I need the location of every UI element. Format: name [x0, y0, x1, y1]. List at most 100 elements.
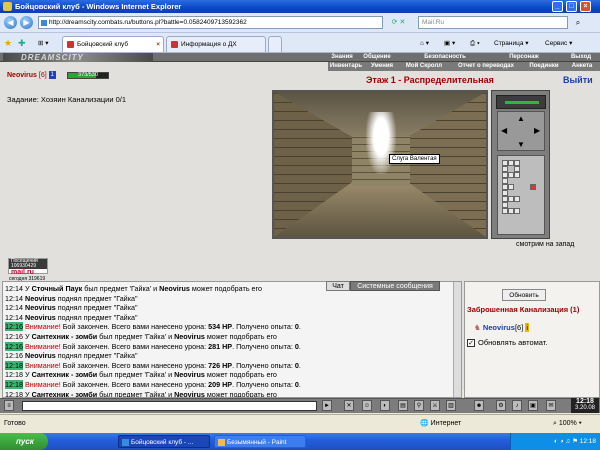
music-icon[interactable]: ♪ [512, 400, 522, 411]
chat-name[interactable]: Сточный Паук [32, 284, 83, 293]
taskbar-item-paint[interactable]: Безымянный - Paint [214, 435, 306, 448]
chat-scrollbar[interactable] [453, 282, 461, 397]
forward-arrow-icon[interactable]: ▶ [20, 16, 33, 29]
chat-options-icon[interactable]: ≡ [4, 400, 14, 411]
close-window-button[interactable]: × [580, 1, 591, 12]
move-controls[interactable]: ▲ ◀ ▶ ▼ [497, 111, 545, 151]
npc-ghost[interactable] [366, 112, 396, 174]
lock-icon[interactable]: ▣ [528, 400, 538, 411]
chat-log[interactable]: 12:14 У Сточный Паук был предмет 'Гайка'… [2, 281, 462, 398]
add-favorite-icon[interactable]: ✚ [18, 38, 26, 49]
visit-counter[interactable]: Посещений 106930429 mail.ru сегодня 3196… [8, 258, 48, 282]
address-input[interactable]: http://dreamscity.combats.ru/buttons.pl?… [38, 16, 383, 29]
zoom-level[interactable]: ⌕ 100% ▾ [553, 415, 582, 433]
back-arrow-icon[interactable]: ◀ [4, 16, 17, 29]
fight-icon[interactable]: ⚔ [430, 400, 440, 411]
tab-chat[interactable]: Чат [326, 281, 350, 291]
occupant-name[interactable]: Neovirus [483, 323, 515, 332]
chat-name[interactable]: 209 HP [208, 380, 232, 389]
zoom-value: 100% [558, 420, 577, 427]
chat-text: поднял предмет "Гайка" [55, 303, 138, 313]
nav-security[interactable]: Безопасность [420, 53, 470, 62]
close-tab-icon[interactable]: × [156, 37, 160, 52]
nav-transfers[interactable]: Отчет о переводах [450, 62, 522, 71]
ie-task-icon [122, 439, 129, 446]
tab-combats[interactable]: Бойцовский клуб × [62, 36, 164, 52]
favorites-star-icon[interactable]: ★ [4, 38, 12, 49]
nav-profile[interactable]: Анкета [566, 62, 598, 71]
chat-name[interactable]: Сантехник - зомби [32, 390, 98, 397]
player-name[interactable]: Neovirus [7, 72, 37, 79]
start-button[interactable]: пуск [0, 433, 48, 450]
chat-name[interactable]: Сантехник - зомби [32, 332, 98, 341]
tab-dh-info[interactable]: Информация о ДХ [166, 36, 266, 52]
feeds-icon[interactable]: ▣ ▾ [444, 38, 455, 49]
chat-name[interactable]: Сантехник - зомби [32, 370, 98, 379]
tray-icons[interactable]: ◐ ◑ ♫ ⚑ [554, 438, 580, 445]
nav-character[interactable]: Персонаж [504, 53, 544, 62]
chat-text: . [298, 360, 301, 370]
mail-icon[interactable]: ✉ [546, 400, 556, 411]
quick-tabs-icon[interactable]: ⊞ ▾ [38, 38, 49, 49]
emote-icon[interactable]: ☻ [474, 400, 484, 411]
chat-name[interactable]: Neovirus [25, 313, 56, 322]
bag-icon[interactable]: ▤ [398, 400, 408, 411]
maximize-button[interactable]: □ [566, 1, 577, 12]
arrow-left-icon[interactable]: ◀ [501, 126, 507, 135]
send-icon[interactable]: ► [322, 400, 332, 411]
clear-icon[interactable]: ✕ [344, 400, 354, 411]
filter-icon[interactable]: ◐ [380, 400, 390, 411]
search-input[interactable]: Mail.Ru [418, 16, 568, 29]
status-bar: Готово 🌐 Интернет ⌕ 100% ▾ [0, 414, 600, 433]
chat-name[interactable]: Neovirus [159, 284, 190, 293]
chat-name[interactable]: Neovirus [25, 351, 56, 360]
chat-text: . [298, 322, 301, 332]
nav-duels[interactable]: Поединки [524, 62, 564, 71]
home-icon[interactable]: ⌂ ▾ [420, 38, 429, 49]
nav-skills[interactable]: Умения [366, 62, 398, 71]
chat-name[interactable]: Neovirus [174, 370, 205, 379]
nav-inventory[interactable]: Инвентарь [328, 62, 364, 71]
nav-my-scroll[interactable]: Мой Скролл [400, 62, 448, 71]
combats-favicon-icon [67, 41, 74, 48]
auto-update-checkbox[interactable]: ✓ [467, 339, 475, 348]
chat-name[interactable]: Neovirus [174, 332, 205, 341]
chat-name[interactable]: 726 HP [208, 361, 232, 370]
page-menu[interactable]: Страница ▾ [494, 38, 529, 49]
chat-name[interactable]: Neovirus [25, 303, 56, 312]
new-tab-button[interactable] [268, 36, 282, 52]
exit-dungeon-link[interactable]: Выйти [563, 75, 593, 85]
tab-label: Бойцовский клуб [77, 41, 129, 48]
search-icon[interactable]: ⌕ [570, 16, 586, 29]
nav-communication[interactable]: Общение [358, 53, 396, 62]
settings-icon[interactable]: ⚙ [496, 400, 506, 411]
tab-system-messages[interactable]: Системные сообщения [350, 281, 440, 291]
hp-text: 373/530 [78, 72, 98, 78]
arrow-up-icon[interactable]: ▲ [517, 114, 525, 123]
chat-name[interactable]: Neovirus [174, 390, 205, 397]
chat-timestamp: 12:16 [5, 322, 23, 332]
chat-name[interactable]: 534 HP [208, 322, 232, 331]
info-icon[interactable]: i [525, 323, 530, 332]
tools-menu[interactable]: Сервис ▾ [545, 38, 572, 49]
chat-timestamp: 12:18 [5, 360, 23, 370]
smiley-icon[interactable]: ☺ [362, 400, 372, 411]
book-icon[interactable]: ▥ [446, 400, 456, 411]
refresh-button[interactable]: Обновить [502, 289, 546, 301]
chat-name[interactable]: Neovirus [25, 294, 56, 303]
refresh-icon[interactable]: ⟳ ✕ [386, 16, 411, 29]
walk-icon[interactable]: ⚲ [414, 400, 424, 411]
chat-input[interactable] [22, 401, 317, 411]
minimize-button[interactable]: _ [552, 1, 563, 12]
print-icon[interactable]: ⎙ ▾ [470, 38, 480, 49]
chat-line: 12:16 Neovirus поднял предмет "Гайка" [5, 351, 138, 361]
nav-knowledge[interactable]: Знания [328, 53, 356, 62]
chat-name[interactable]: 281 HP [208, 342, 232, 351]
arrow-down-icon[interactable]: ▼ [517, 140, 525, 149]
arrow-right-icon[interactable]: ▶ [534, 126, 540, 135]
taskbar-item-ie[interactable]: Бойцовский клуб - ... [118, 435, 210, 448]
nav-exit[interactable]: Выход [566, 53, 596, 62]
player-badge[interactable]: 1 [48, 71, 56, 79]
player-level: [6] [38, 72, 47, 79]
dungeon-view[interactable]: Слуга Валентая [272, 90, 488, 239]
